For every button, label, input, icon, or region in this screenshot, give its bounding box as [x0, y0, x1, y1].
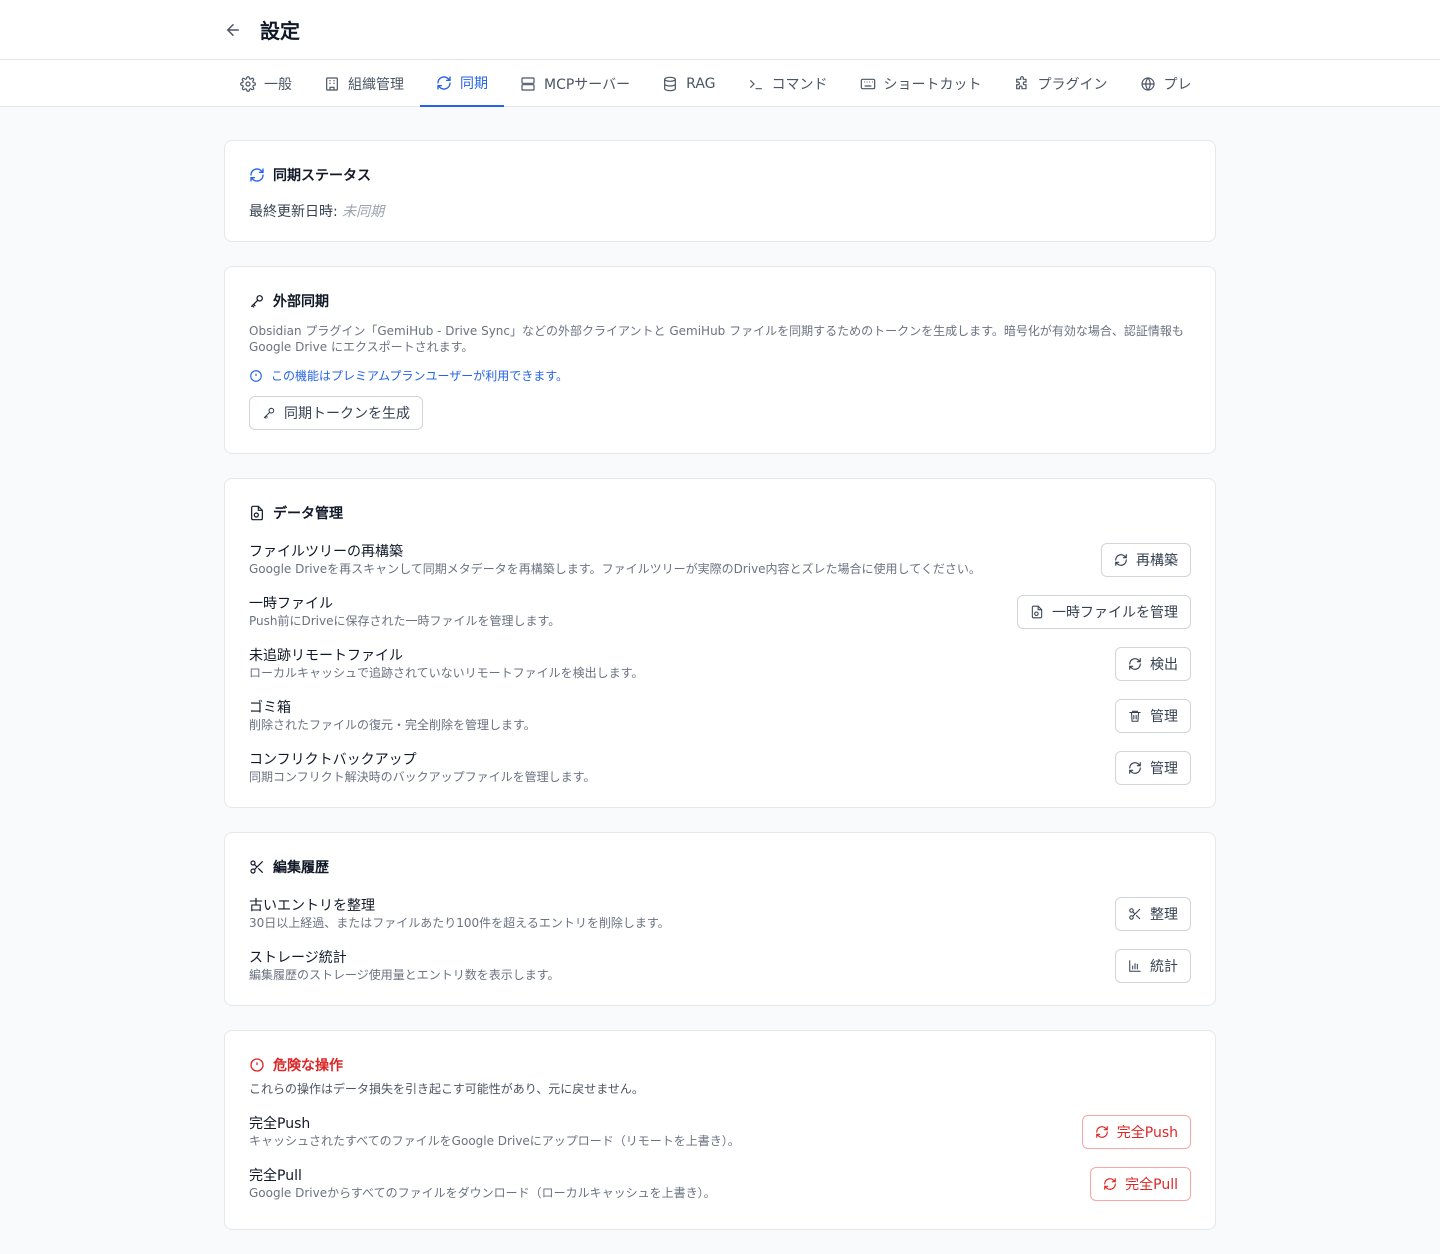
puzzle-icon: [1015, 75, 1027, 89]
scissors-icon: [250, 860, 263, 874]
manage-conflict-backup-button[interactable]: 管理: [1115, 751, 1191, 785]
sync-status-card: 同期ステータス 最終更新日時: 未同期: [224, 140, 1216, 242]
card-title: データ管理: [273, 506, 343, 522]
tab-organization[interactable]: 組織管理: [308, 60, 420, 107]
page-title: 設定: [260, 19, 300, 43]
building-icon: [326, 76, 338, 91]
setting-row-conflict-backup: コンフリクトバックアップ 同期コンフリクト解決時のバックアップファイルを管理しま…: [249, 751, 1191, 785]
trash-icon: [1129, 710, 1141, 722]
setting-row-untracked-remote: 未追跡リモートファイル ローカルキャッシュで追跡されていないリモートファイルを検…: [249, 647, 1191, 681]
refresh-icon: [1095, 1126, 1108, 1138]
terminal-icon: [749, 79, 762, 89]
tab-rag[interactable]: RAG: [646, 60, 731, 107]
tab-mcp-servers[interactable]: MCPサーバー: [504, 60, 646, 107]
server-icon: [521, 76, 535, 91]
rebuild-button[interactable]: 再構築: [1101, 543, 1191, 577]
premium-notice: この機能はプレミアムプランユーザーが利用できます。: [249, 367, 1191, 384]
manage-trash-button[interactable]: 管理: [1115, 699, 1191, 733]
back-arrow-icon[interactable]: [224, 20, 244, 40]
setting-row-temp-files: 一時ファイル Push前にDriveに保存された一時ファイルを管理します。 一時…: [249, 595, 1191, 629]
prune-button[interactable]: 整理: [1115, 897, 1191, 931]
tab-shortcuts[interactable]: ショートカット: [844, 60, 998, 107]
tab-label: 同期: [460, 75, 488, 92]
edit-history-card: 編集履歴 古いエントリを整理 30日以上経過、またはファイルあたり100件を超え…: [224, 832, 1216, 1006]
detect-button[interactable]: 検出: [1115, 647, 1191, 681]
gear-icon: [240, 75, 256, 92]
key-icon: [251, 295, 263, 308]
file-sync-icon: [251, 505, 263, 521]
tab-more[interactable]: プレ: [1124, 60, 1208, 107]
refresh-icon: [1129, 658, 1141, 670]
key-icon: [263, 407, 275, 419]
generate-sync-token-button[interactable]: 同期トークンを生成: [249, 396, 423, 430]
database-icon: [664, 76, 677, 91]
tab-plugins[interactable]: プラグイン: [998, 60, 1124, 107]
file-sync-icon: [1031, 605, 1043, 619]
alert-circle-icon: [250, 1058, 264, 1072]
bar-chart-icon: [1129, 960, 1141, 972]
setting-row-rebuild-tree: ファイルツリーの再構築 Google Driveを再スキャンして同期メタデータを…: [249, 543, 1191, 577]
external-sync-description: Obsidian プラグイン「GemiHub - Drive Sync」などの外…: [249, 324, 1184, 354]
settings-content: 同期ステータス 最終更新日時: 未同期 外部同期 Obsidian プラグイン「…: [224, 140, 1216, 1254]
last-updated-label: 最終更新日時:: [249, 204, 338, 220]
tab-label: MCPサーバー: [544, 76, 631, 93]
globe-icon: [1140, 76, 1155, 91]
manage-temp-files-button[interactable]: 一時ファイルを管理: [1017, 595, 1191, 629]
card-title: 同期ステータス: [273, 168, 371, 184]
tab-sync[interactable]: 同期: [420, 60, 504, 107]
refresh-icon: [1104, 1178, 1116, 1190]
setting-row-storage-stats: ストレージ統計 編集履歴のストレージ使用量とエントリ数を表示します。 統計: [249, 949, 1191, 983]
stats-button[interactable]: 統計: [1115, 949, 1191, 983]
setting-row-full-pull: 完全Pull Google Driveからすべてのファイルをダウンロード（ローカ…: [249, 1167, 1191, 1201]
tab-bar: 一般 組織管理 同期 MCPサーバー RAG コマンド ショートカット プラグイ…: [0, 60, 1440, 107]
setting-row-full-push: 完全Push キャッシュされたすべてのファイルをGoogle Driveにアップ…: [249, 1115, 1191, 1149]
card-title: 編集履歴: [273, 860, 329, 876]
full-push-button[interactable]: 完全Push: [1081, 1115, 1191, 1149]
danger-zone-card: 危険な操作 これらの操作はデータ損失を引き起こす可能性があり、元に戻せません。 …: [224, 1030, 1216, 1230]
tab-label: コマンド: [771, 76, 828, 93]
scissors-icon: [1129, 908, 1141, 920]
card-title: 危険な操作: [273, 1058, 343, 1074]
external-sync-card: 外部同期 Obsidian プラグイン「GemiHub - Drive Sync…: [224, 266, 1216, 454]
tab-label: プラグイン: [1037, 76, 1108, 93]
setting-row-trash: ゴミ箱 削除されたファイルの復元・完全削除を管理します。 管理: [249, 699, 1191, 733]
setting-row-prune-entries: 古いエントリを整理 30日以上経過、またはファイルあたり100件を超えるエントリ…: [249, 897, 1191, 931]
danger-description: これらの操作はデータ損失を引き起こす可能性があり、元に戻せません。: [249, 1082, 644, 1096]
card-title: 外部同期: [273, 294, 329, 310]
tab-label: 一般: [264, 76, 292, 93]
app-header: 設定: [0, 0, 1440, 60]
sync-icon: [437, 75, 451, 90]
full-pull-button[interactable]: 完全Pull: [1090, 1167, 1191, 1201]
data-management-card: データ管理 ファイルツリーの再構築 Google Driveを再スキャンして同期…: [224, 478, 1216, 808]
tab-label: ショートカット: [883, 76, 982, 93]
info-circle-icon: [250, 369, 262, 382]
keyboard-icon: [860, 78, 875, 89]
last-updated-value: 未同期: [342, 204, 385, 220]
tab-general[interactable]: 一般: [224, 60, 308, 107]
tab-label: RAG: [686, 75, 716, 92]
sync-icon: [250, 168, 264, 182]
refresh-icon: [1115, 554, 1127, 566]
tab-label: 組織管理: [348, 76, 404, 93]
refresh-icon: [1129, 762, 1141, 774]
tab-label: プレ: [1163, 76, 1192, 93]
tab-commands[interactable]: コマンド: [732, 60, 844, 107]
